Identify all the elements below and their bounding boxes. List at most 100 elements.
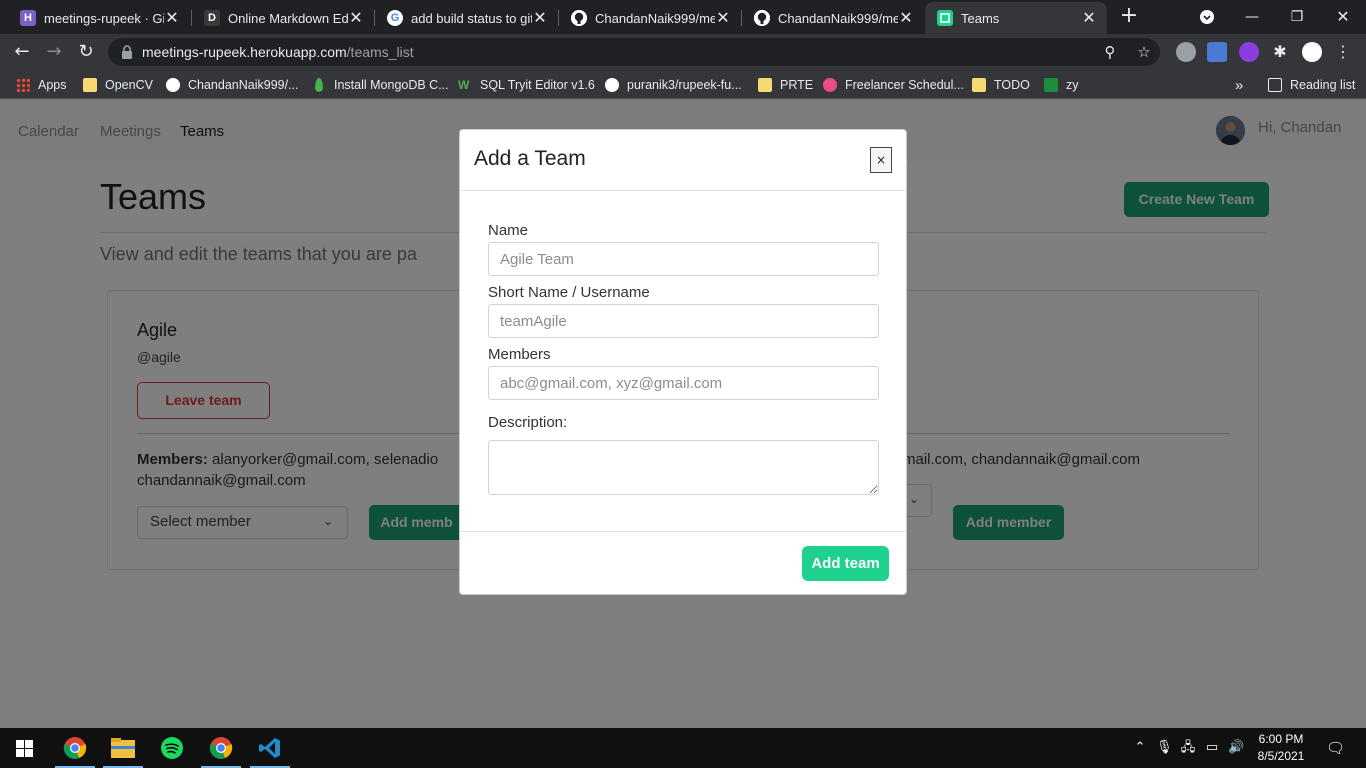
folder-icon (758, 78, 772, 92)
chevron-up-icon[interactable]: ⌃ (1132, 740, 1148, 756)
lock-icon (122, 45, 132, 59)
url-path: /teams_list (346, 44, 414, 60)
new-tab-icon[interactable]: + (1118, 5, 1140, 28)
tab-title: ChandanNaik999/mee (778, 10, 898, 26)
translate-icon[interactable] (1207, 42, 1227, 62)
close-window-icon[interactable]: ✕ (1328, 4, 1358, 30)
menu-dots-icon[interactable]: ⋮ (1333, 42, 1353, 62)
taskbar-chrome-profile[interactable] (197, 728, 245, 768)
close-tab-icon[interactable]: ✕ (532, 8, 548, 28)
bookmark-opencv[interactable]: OpenCV (83, 75, 153, 95)
description-label: Description: (488, 414, 568, 431)
profile-icon[interactable] (1302, 42, 1322, 62)
taskbar-spotify[interactable] (148, 728, 196, 768)
tab-search-icon[interactable] (1192, 4, 1222, 30)
chrome-icon (63, 737, 87, 759)
dark-mode-icon[interactable] (1239, 42, 1259, 62)
web-page: Calendar Meetings Teams Hi, Chandan Team… (0, 99, 1366, 728)
reload-icon[interactable]: ↻ (74, 40, 98, 64)
close-tab-icon[interactable]: ✕ (348, 8, 364, 28)
notifications-icon[interactable]: 🗨 (1326, 740, 1345, 756)
short-name-input[interactable] (488, 304, 879, 338)
taskbar-vscode[interactable] (246, 728, 294, 768)
folder-icon (83, 78, 97, 92)
tab-title: ChandanNaik999/mee (595, 10, 715, 26)
reading-list-label: Reading list (1290, 78, 1356, 92)
close-tab-icon[interactable]: ✕ (898, 8, 914, 28)
browser-tab[interactable]: ChandanNaik999/mee ✕ (742, 2, 924, 34)
bookmark-label: OpenCV (105, 78, 153, 92)
reading-list-icon (1268, 78, 1282, 92)
bookmark-label: Install MongoDB C... (334, 78, 449, 92)
clock-date: 8/5/2021 (1257, 749, 1305, 763)
volume-icon[interactable]: 🔊 (1228, 740, 1244, 756)
extension-icon[interactable] (1176, 42, 1196, 62)
url-text[interactable]: meetings-rupeek.herokuapp.com/teams_list (142, 44, 414, 60)
start-button[interactable] (0, 728, 48, 768)
bookmark-freelancer[interactable]: Freelancer Schedul... (823, 75, 964, 95)
forward-icon[interactable]: → (42, 40, 66, 64)
browser-tab[interactable]: G add build status to git ✕ (375, 2, 558, 34)
apps-grid-icon (16, 78, 30, 92)
members-label: Members (488, 346, 551, 363)
puzzle-extensions-icon[interactable]: ✱ (1270, 42, 1290, 62)
bookmark-mongodb[interactable]: Install MongoDB C... (312, 75, 449, 95)
tab-title: Teams (961, 10, 1000, 26)
modal-header: Add a Team × (460, 130, 906, 191)
bookmark-zy[interactable]: zy (1044, 75, 1079, 95)
bookmark-apps[interactable]: Apps (16, 75, 67, 95)
bookmark-label: ChandanNaik999/... (188, 78, 299, 92)
more-bookmarks-icon[interactable]: » (1235, 75, 1243, 95)
tab-title: meetings-rupeek · Git (44, 10, 164, 26)
heroku-icon: H (20, 10, 36, 26)
back-icon[interactable]: ← (10, 40, 34, 64)
google-icon: G (387, 10, 403, 26)
taskbar-file-explorer[interactable] (99, 728, 147, 768)
restore-icon[interactable]: ❐ (1282, 4, 1312, 30)
taskbar-clock[interactable]: 6:00 PM 8/5/2021 (1250, 731, 1312, 765)
sheets-icon (1044, 78, 1058, 92)
bookmark-label: Freelancer Schedul... (845, 78, 964, 92)
github-icon (166, 78, 180, 92)
close-modal-button[interactable]: × (870, 147, 892, 173)
browser-tab[interactable]: H meetings-rupeek · Git ✕ (8, 2, 190, 34)
bookmark-puranik3[interactable]: puranik3/rupeek-fu... (605, 75, 742, 95)
zoom-icon[interactable]: ⚲ (1100, 42, 1120, 62)
tab-title: Online Markdown Edit (228, 10, 348, 26)
browser-tab-active[interactable]: Teams ✕ (925, 2, 1107, 34)
bookmark-chandannaik[interactable]: ChandanNaik999/... (166, 75, 299, 95)
members-input[interactable] (488, 366, 879, 400)
close-tab-icon[interactable]: ✕ (164, 8, 180, 28)
browser-tab[interactable]: D Online Markdown Edit ✕ (192, 2, 374, 34)
network-icon[interactable]: 🖧 (1180, 740, 1196, 756)
microphone-icon[interactable]: 🎙 (1156, 740, 1173, 756)
battery-icon[interactable]: ▭ (1204, 740, 1220, 756)
bookmark-prte[interactable]: PRTE (758, 75, 813, 95)
w3schools-icon: W (458, 78, 470, 92)
url-host: meetings-rupeek.herokuapp.com (142, 44, 347, 60)
close-tab-icon[interactable]: ✕ (715, 8, 731, 28)
bookmark-todo[interactable]: TODO (972, 75, 1030, 95)
tab-title: add build status to git (411, 10, 532, 26)
spotify-icon (161, 737, 183, 759)
browser-toolbar: ← → ↻ meetings-rupeek.herokuapp.com/team… (0, 34, 1366, 70)
minimize-icon[interactable]: — (1237, 4, 1267, 30)
modal-title: Add a Team (474, 147, 586, 170)
app-icon (937, 10, 953, 26)
browser-tab[interactable]: ChandanNaik999/mee ✕ (559, 2, 741, 34)
windows-taskbar: ⌃ 🎙 🖧 ▭ 🔊 6:00 PM 8/5/2021 🗨 (0, 728, 1366, 768)
name-input[interactable] (488, 242, 879, 276)
folder-icon (972, 78, 986, 92)
vscode-icon (259, 738, 280, 758)
address-bar[interactable]: meetings-rupeek.herokuapp.com/teams_list… (108, 38, 1160, 66)
description-textarea[interactable] (488, 440, 879, 495)
add-team-modal: Add a Team × Name Short Name / Username … (459, 129, 907, 595)
bookmark-star-icon[interactable]: ☆ (1134, 42, 1154, 62)
close-tab-icon[interactable]: ✕ (1081, 8, 1097, 28)
bookmark-label: Apps (38, 78, 67, 92)
bookmark-sql-tryit[interactable]: W SQL Tryit Editor v1.6 (458, 75, 595, 95)
windows-logo-icon (15, 739, 33, 757)
taskbar-chrome[interactable] (51, 728, 99, 768)
add-team-button[interactable]: Add team (802, 546, 889, 581)
reading-list[interactable]: Reading list (1268, 75, 1355, 95)
